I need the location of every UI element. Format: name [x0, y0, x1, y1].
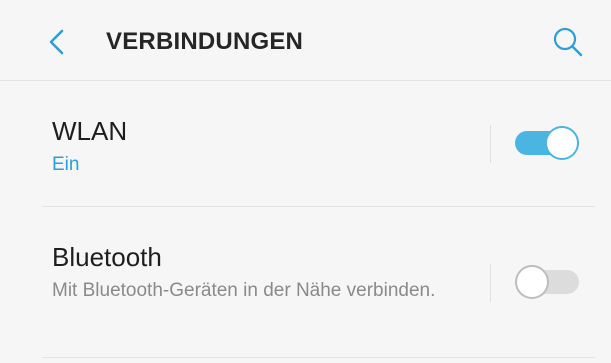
page-title: VERBINDUNGEN — [106, 28, 304, 55]
row-divider — [490, 264, 491, 302]
setting-row-wlan[interactable]: WLAN Ein — [0, 81, 611, 206]
toggle-knob — [545, 126, 579, 160]
setting-title-wlan: WLAN — [52, 116, 128, 146]
row-divider — [490, 125, 491, 163]
setting-title-bluetooth: Bluetooth — [52, 242, 162, 272]
connections-screen: VERBINDUNGEN WLAN Ein Bluetooth Mit Blue… — [0, 0, 611, 363]
setting-status-wlan: Ein — [52, 154, 80, 175]
wlan-toggle[interactable] — [515, 125, 579, 160]
app-header: VERBINDUNGEN — [0, 0, 611, 81]
toggle-knob — [515, 265, 549, 299]
setting-row-bluetooth[interactable]: Bluetooth Mit Bluetooth-Geräten in der N… — [0, 207, 611, 357]
bluetooth-toggle[interactable] — [515, 264, 579, 299]
chevron-left-icon — [49, 29, 64, 55]
back-button[interactable] — [40, 24, 76, 60]
list-divider — [42, 357, 595, 358]
setting-description-bluetooth: Mit Bluetooth-Geräten in der Nähe verbin… — [52, 280, 436, 301]
search-icon — [553, 27, 583, 57]
search-button[interactable] — [550, 24, 586, 60]
